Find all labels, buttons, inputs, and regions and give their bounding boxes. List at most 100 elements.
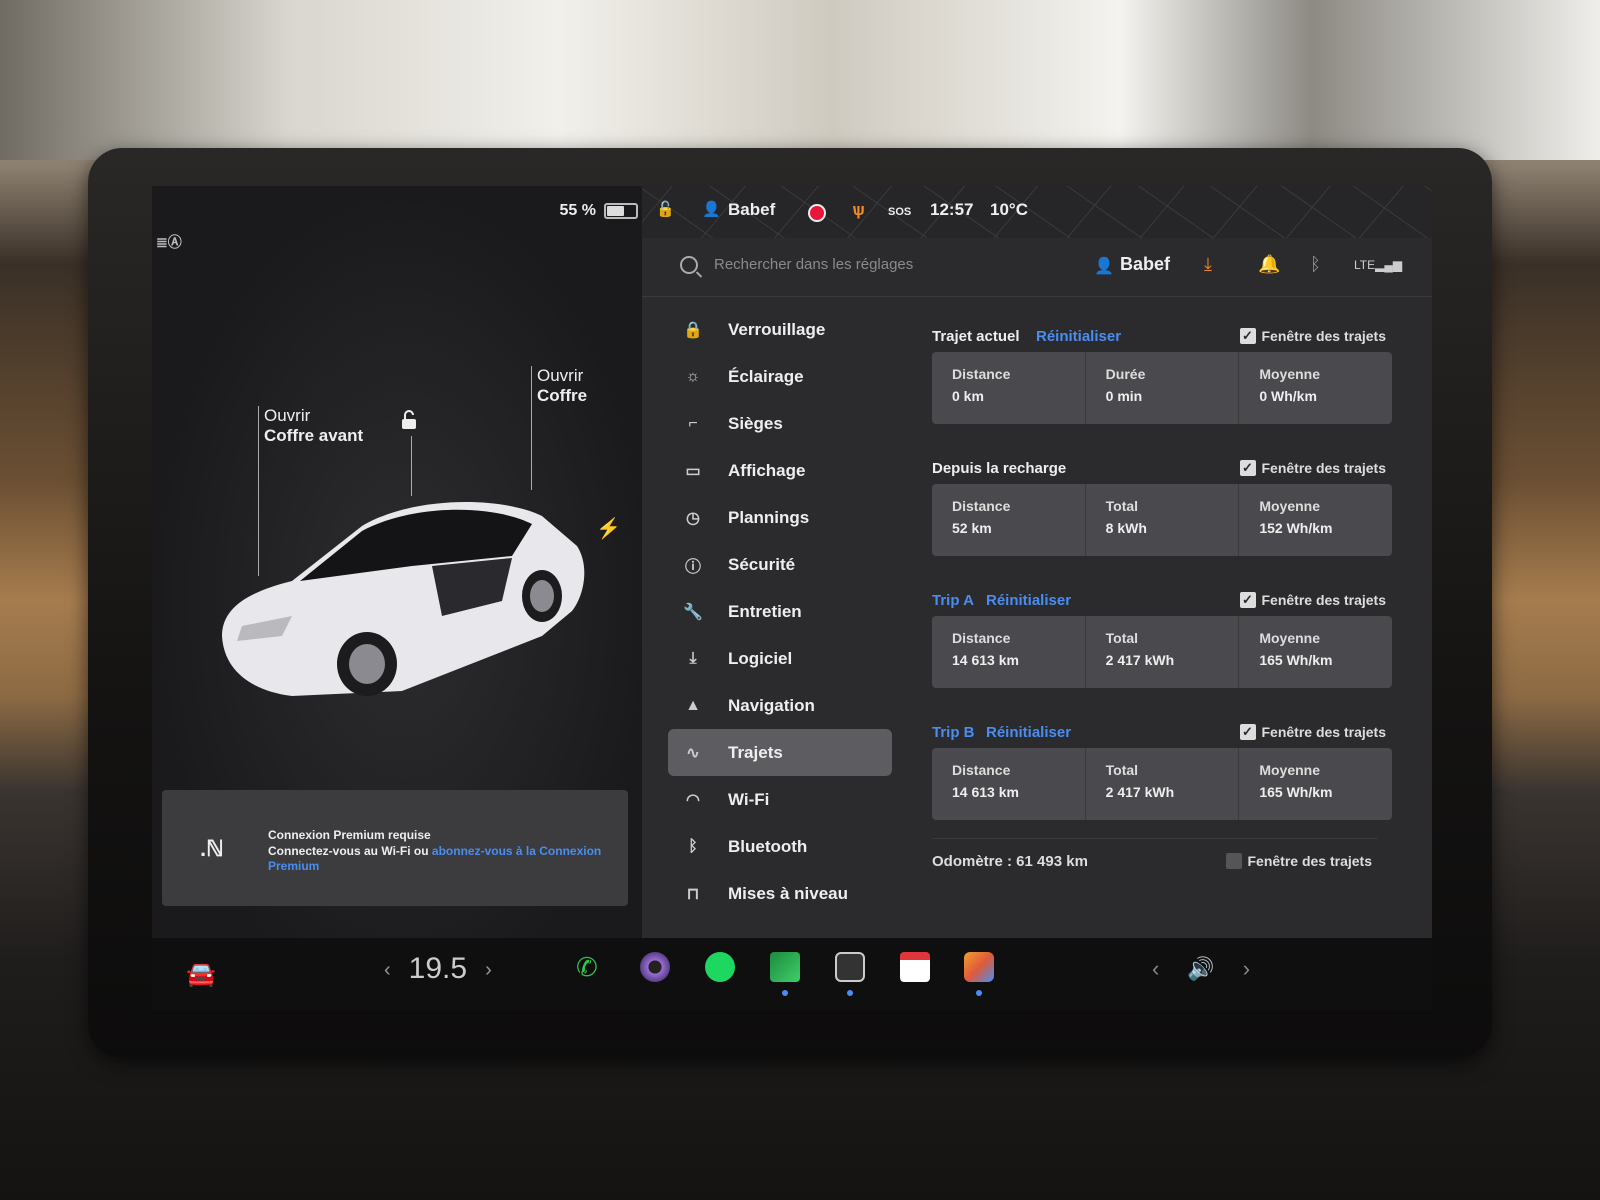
sos-icon[interactable]: SOS — [888, 206, 911, 218]
checkbox-checked-icon: ✓ — [1239, 592, 1256, 608]
reset-trip-a-button[interactable]: Réinitialiser — [986, 592, 1071, 609]
phone-icon[interactable]: ✆ — [576, 952, 606, 982]
trip-a-card: Distance 14 613 km Total 2 417 kWh Moyenne… — [932, 616, 1392, 688]
more-apps-icon[interactable] — [835, 952, 865, 982]
checkbox-checked-icon: ✓ — [1239, 460, 1256, 476]
status-user[interactable]: Babef — [728, 200, 775, 220]
toybox-icon[interactable] — [964, 952, 994, 982]
battery-icon — [604, 203, 638, 219]
current-trip-header: Trajet actuel Réinitialiser ✓ Fenêtre des… — [932, 322, 1392, 352]
menu-item-eclairage[interactable]: ☼ Éclairage — [668, 353, 892, 400]
menu-item-trajets[interactable]: ∿ Trajets — [668, 729, 892, 776]
navigation-icon: ▲ — [685, 696, 701, 714]
premium-title: Connexion Premium requise — [268, 828, 431, 842]
since-charge-title: Depuis la recharge — [932, 460, 1067, 477]
bottom-dock: 🚘 ‹ 19.5 › ✆ ‹ 🔊 › — [152, 938, 1432, 1010]
camera-icon[interactable] — [640, 952, 670, 982]
menu-item-mises-a-niveau[interactable]: ⊓ Mises à niveau — [668, 870, 892, 917]
header-user-name[interactable]: Babef — [1120, 254, 1170, 275]
no-signal-icon: .ℕ — [200, 836, 224, 861]
open-trunk-label[interactable]: Ouvrir Coffre — [537, 366, 587, 406]
bag-icon: ⊓ — [686, 885, 700, 903]
trips-icon: ∿ — [686, 744, 700, 762]
volume-down-icon[interactable]: ‹ — [1152, 956, 1159, 981]
trips-content: Trajet actuel Réinitialiser ✓ Fenêtre des… — [932, 322, 1392, 870]
menu-item-entretien[interactable]: 🔧 Entretien — [668, 588, 892, 635]
trip-a-window-checkbox[interactable]: ✓ Fenêtre des trajets — [1239, 592, 1386, 608]
car-pane: 55 % ≣Ⓐ Ouvrir Coffre avant Ouvrir Coffr… — [152, 186, 654, 938]
current-trip-window-checkbox[interactable]: ✓ Fenêtre des trajets — [1239, 328, 1386, 344]
spotify-icon[interactable] — [705, 952, 735, 982]
current-trip-title: Trajet actuel — [932, 328, 1020, 345]
bell-icon[interactable]: 🔔 — [1258, 254, 1280, 275]
trunk-pointer-line — [531, 366, 532, 490]
menu-item-sieges[interactable]: ⌐ Sièges — [668, 400, 892, 447]
since-charge-window-checkbox[interactable]: ✓ Fenêtre des trajets — [1239, 460, 1386, 476]
seat-icon: ⌐ — [688, 414, 698, 432]
download-icon: ⤓ — [689, 649, 697, 667]
bluetooth-icon[interactable]: ᛒ — [1310, 254, 1321, 275]
search-input[interactable]: Rechercher dans les réglages — [714, 256, 913, 273]
menu-item-wifi[interactable]: ◠ Wi-Fi — [668, 776, 892, 823]
climate-control[interactable]: ‹ 19.5 › — [366, 952, 510, 986]
wrench-icon: 🔧 — [683, 603, 703, 621]
odometer-row: Odomètre : 61 493 km Fenêtre des trajets — [932, 838, 1378, 891]
calendar-icon[interactable] — [900, 952, 930, 982]
background-photo — [0, 0, 1600, 160]
menu-item-affichage[interactable]: ▭ Affichage — [668, 447, 892, 494]
profile-icon[interactable]: 👤 — [702, 200, 721, 218]
checkbox-checked-icon: ✓ — [1239, 328, 1256, 344]
menu-item-verrouillage[interactable]: 🔒 Verrouillage — [668, 306, 892, 353]
settings-menu: 🔒 Verrouillage ☼ Éclairage ⌐ Sièges ▭ Affich… — [668, 306, 892, 917]
touchscreen: 55 % ≣Ⓐ Ouvrir Coffre avant Ouvrir Coffr… — [152, 186, 1432, 1010]
lte-signal-icon: LTE▂▄▆ — [1354, 258, 1403, 272]
trip-b-card: Distance 14 613 km Total 2 417 kWh Moyenne… — [932, 748, 1392, 820]
trip-a-header: Trip A Réinitialiser ✓ Fenêtre des trajet… — [932, 586, 1392, 616]
trip-a-title: Trip A — [932, 592, 974, 609]
energy-app-icon[interactable] — [770, 952, 800, 982]
speaker-icon[interactable]: 🔊 — [1187, 956, 1214, 981]
temp-increase-icon[interactable]: › — [485, 959, 492, 981]
status-time: 12:57 — [930, 200, 974, 219]
search-icon[interactable] — [680, 256, 698, 274]
checkbox-unchecked-icon — [1225, 853, 1242, 869]
wifi-icon: ◠ — [686, 791, 700, 809]
menu-item-navigation[interactable]: ▲ Navigation — [668, 682, 892, 729]
temp-decrease-icon[interactable]: ‹ — [384, 959, 391, 981]
odometer-window-checkbox[interactable]: Fenêtre des trajets — [1225, 853, 1372, 869]
menu-item-bluetooth[interactable]: ᛒ Bluetooth — [668, 823, 892, 870]
app-active-dot — [782, 990, 788, 996]
download-icon[interactable]: ⤓ — [1204, 254, 1212, 275]
open-frunk-label[interactable]: Ouvrir Coffre avant — [264, 406, 363, 446]
trip-b-window-checkbox[interactable]: ✓ Fenêtre des trajets — [1239, 724, 1386, 740]
reset-trip-b-button[interactable]: Réinitialiser — [986, 724, 1071, 741]
clock-icon: ◷ — [686, 509, 700, 527]
sun-icon: ☼ — [685, 367, 701, 385]
lock-status-icon[interactable]: 🔓 — [656, 200, 675, 218]
reset-current-trip-button[interactable]: Réinitialiser — [1036, 328, 1121, 345]
checkbox-checked-icon: ✓ — [1239, 724, 1256, 740]
since-charge-header: Depuis la recharge ✓ Fenêtre des trajets — [932, 454, 1392, 484]
premium-text: Connectez-vous au Wi-Fi ou abonnez-vous … — [268, 844, 602, 873]
menu-item-securite[interactable]: ⓘ Sécurité — [668, 541, 892, 588]
battery-percent: 55 % — [559, 202, 596, 219]
charge-port-icon[interactable]: ⚡ — [596, 516, 621, 541]
volume-up-icon[interactable]: › — [1243, 956, 1250, 981]
auto-headlight-icon[interactable]: ≣Ⓐ — [156, 232, 186, 252]
alert-icon: ⓘ — [684, 558, 701, 576]
trip-b-title: Trip B — [932, 724, 975, 741]
unlock-icon[interactable] — [400, 410, 418, 430]
current-trip-card: Distance 0 km Durée 0 min Moyenne 0 Wh/km — [932, 352, 1392, 424]
settings-pane: 🔓 👤 Babef ѱ SOS 12:57 10°C Rechercher da… — [642, 186, 1432, 938]
app-active-dot — [847, 990, 853, 996]
recording-icon[interactable] — [808, 204, 826, 222]
dashcam-icon[interactable]: ѱ — [852, 200, 865, 220]
trip-b-header: Trip B Réinitialiser ✓ Fenêtre des trajet… — [932, 718, 1392, 748]
volume-control[interactable]: ‹ 🔊 › — [1152, 956, 1250, 982]
menu-item-logiciel[interactable]: ⤓ Logiciel — [668, 635, 892, 682]
menu-item-plannings[interactable]: ◷ Plannings — [668, 494, 892, 541]
cabin-temperature: 19.5 — [408, 952, 468, 985]
user-icon[interactable]: 👤 — [1094, 256, 1114, 276]
car-image — [222, 502, 585, 696]
car-icon[interactable]: 🚘 — [186, 960, 216, 989]
